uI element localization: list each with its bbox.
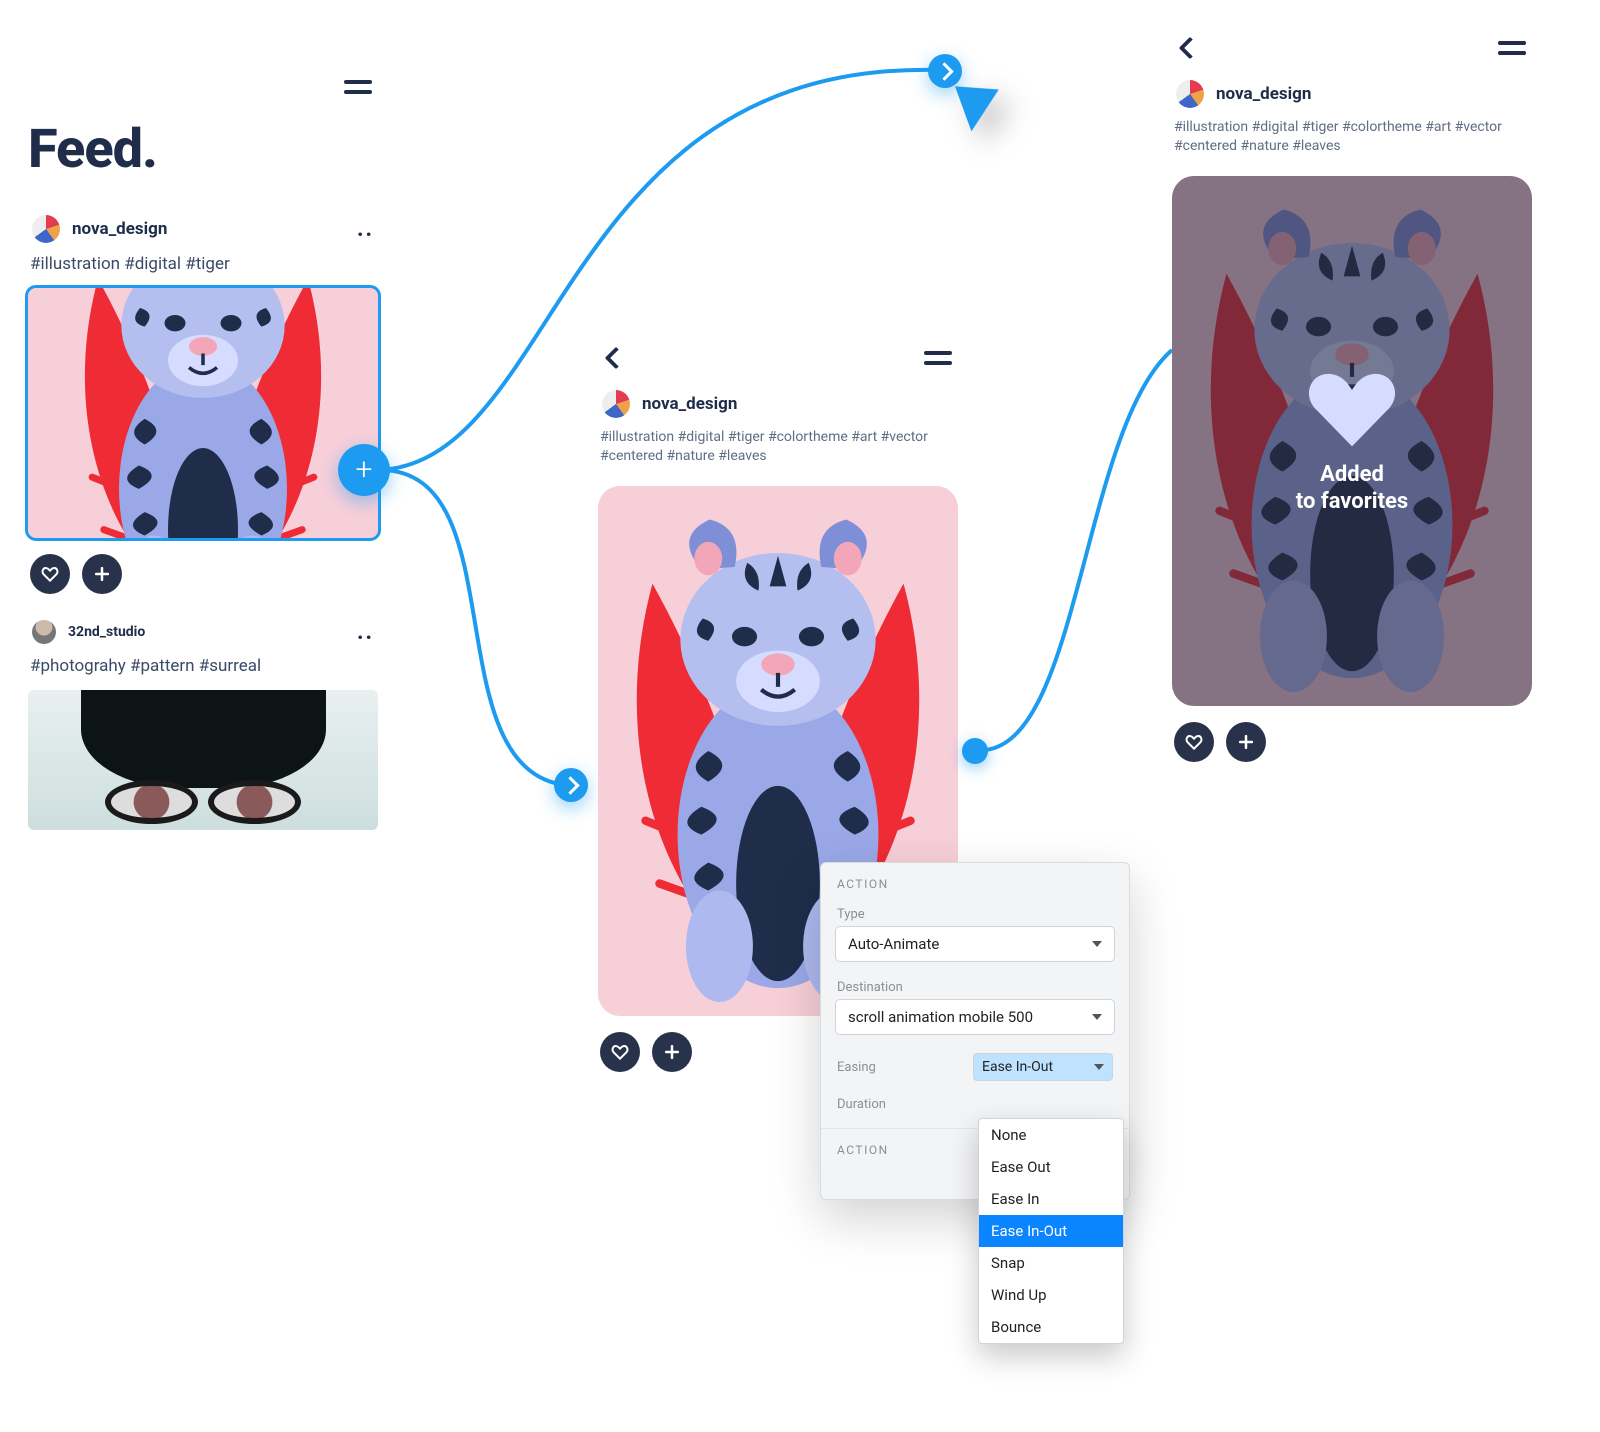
prototype-hotspot-arrow[interactable] <box>928 54 962 88</box>
easing-option[interactable]: Ease In-Out <box>979 1215 1123 1247</box>
heart-icon <box>1184 732 1204 752</box>
username[interactable]: nova_design <box>1216 84 1311 104</box>
avatar[interactable] <box>32 215 60 243</box>
add-button[interactable] <box>1226 722 1266 762</box>
menu-icon[interactable] <box>1498 39 1526 57</box>
overlay-text-line2: to favorites <box>1296 489 1408 515</box>
avatar[interactable] <box>602 390 630 418</box>
cursor-icon <box>955 73 1009 132</box>
easing-select[interactable]: Ease In-Out <box>973 1053 1113 1081</box>
plus-icon <box>662 1042 682 1062</box>
favorite-overlay: Added to favorites <box>1172 176 1532 706</box>
avatar[interactable] <box>32 620 56 644</box>
post-header: nova_design <box>1172 76 1532 118</box>
chevron-down-icon <box>1094 1064 1104 1070</box>
destination-value: scroll animation mobile 500 <box>848 1008 1033 1026</box>
favorite-button[interactable] <box>1174 722 1214 762</box>
add-button[interactable] <box>652 1032 692 1072</box>
post-image[interactable] <box>28 690 378 830</box>
field-label-easing: Easing <box>837 1060 876 1075</box>
chevron-down-icon <box>1092 1014 1102 1020</box>
easing-option[interactable]: Wind Up <box>979 1279 1123 1311</box>
easing-option[interactable]: Snap <box>979 1247 1123 1279</box>
post-header: nova_design .. <box>28 211 378 253</box>
username[interactable]: nova_design <box>72 219 167 239</box>
favorite-button[interactable] <box>30 554 70 594</box>
more-icon[interactable]: .. <box>357 620 374 645</box>
heart-icon <box>1307 366 1397 448</box>
easing-option[interactable]: Ease Out <box>979 1151 1123 1183</box>
post-image[interactable]: Added to favorites <box>1172 176 1532 706</box>
avatar[interactable] <box>1176 80 1204 108</box>
menu-icon[interactable] <box>924 349 952 367</box>
username[interactable]: 32nd_studio <box>68 624 145 640</box>
chevron-right-icon <box>940 65 951 78</box>
easing-dropdown[interactable]: NoneEase OutEase InEase In-OutSnapWind U… <box>978 1118 1124 1344</box>
back-button[interactable] <box>604 348 624 368</box>
easing-option[interactable]: None <box>979 1119 1123 1151</box>
heart-icon <box>610 1042 630 1062</box>
plus-icon <box>1236 732 1256 752</box>
page-title: Feed. <box>28 118 378 181</box>
prototype-hotspot-arrow[interactable] <box>554 768 588 802</box>
field-label-duration: Duration <box>837 1097 886 1112</box>
easing-value: Ease In-Out <box>982 1059 1053 1075</box>
chevron-down-icon <box>1092 941 1102 947</box>
username[interactable]: nova_design <box>642 394 737 414</box>
field-label-destination: Destination <box>821 972 1129 999</box>
hashtags: #illustration #digital #tiger <box>28 253 378 288</box>
panel-section-label: ACTION <box>821 863 1129 899</box>
type-value: Auto-Animate <box>848 935 939 953</box>
prototype-connection-dot[interactable] <box>962 738 988 764</box>
post-image[interactable] <box>28 288 378 538</box>
hashtags: #illustration #digital #tiger #colorthem… <box>598 428 958 478</box>
more-icon[interactable]: .. <box>357 217 374 242</box>
overlay-text-line1: Added <box>1296 462 1408 488</box>
artboard-feed: Feed. nova_design .. #illustration #digi… <box>28 70 378 830</box>
plus-icon <box>92 564 112 584</box>
heart-icon <box>40 564 60 584</box>
type-select[interactable]: Auto-Animate <box>835 926 1115 962</box>
post-header: nova_design <box>598 386 958 428</box>
hashtags: #illustration #digital #tiger #colorthem… <box>1172 118 1532 168</box>
chevron-right-icon <box>566 779 577 792</box>
prototype-hotspot-plus[interactable]: + <box>338 444 390 496</box>
destination-select[interactable]: scroll animation mobile 500 <box>835 999 1115 1035</box>
artboard-favorited: nova_design #illustration #digital #tige… <box>1172 30 1532 778</box>
favorite-button[interactable] <box>600 1032 640 1072</box>
hashtags: #photograhy #pattern #surreal <box>28 655 378 690</box>
easing-option[interactable]: Ease In <box>979 1183 1123 1215</box>
add-button[interactable] <box>82 554 122 594</box>
back-button[interactable] <box>1178 38 1198 58</box>
field-label-type: Type <box>821 899 1129 926</box>
menu-icon[interactable] <box>344 78 372 96</box>
plus-icon: + <box>356 455 373 485</box>
easing-option[interactable]: Bounce <box>979 1311 1123 1343</box>
post-header: 32nd_studio .. <box>28 616 378 655</box>
